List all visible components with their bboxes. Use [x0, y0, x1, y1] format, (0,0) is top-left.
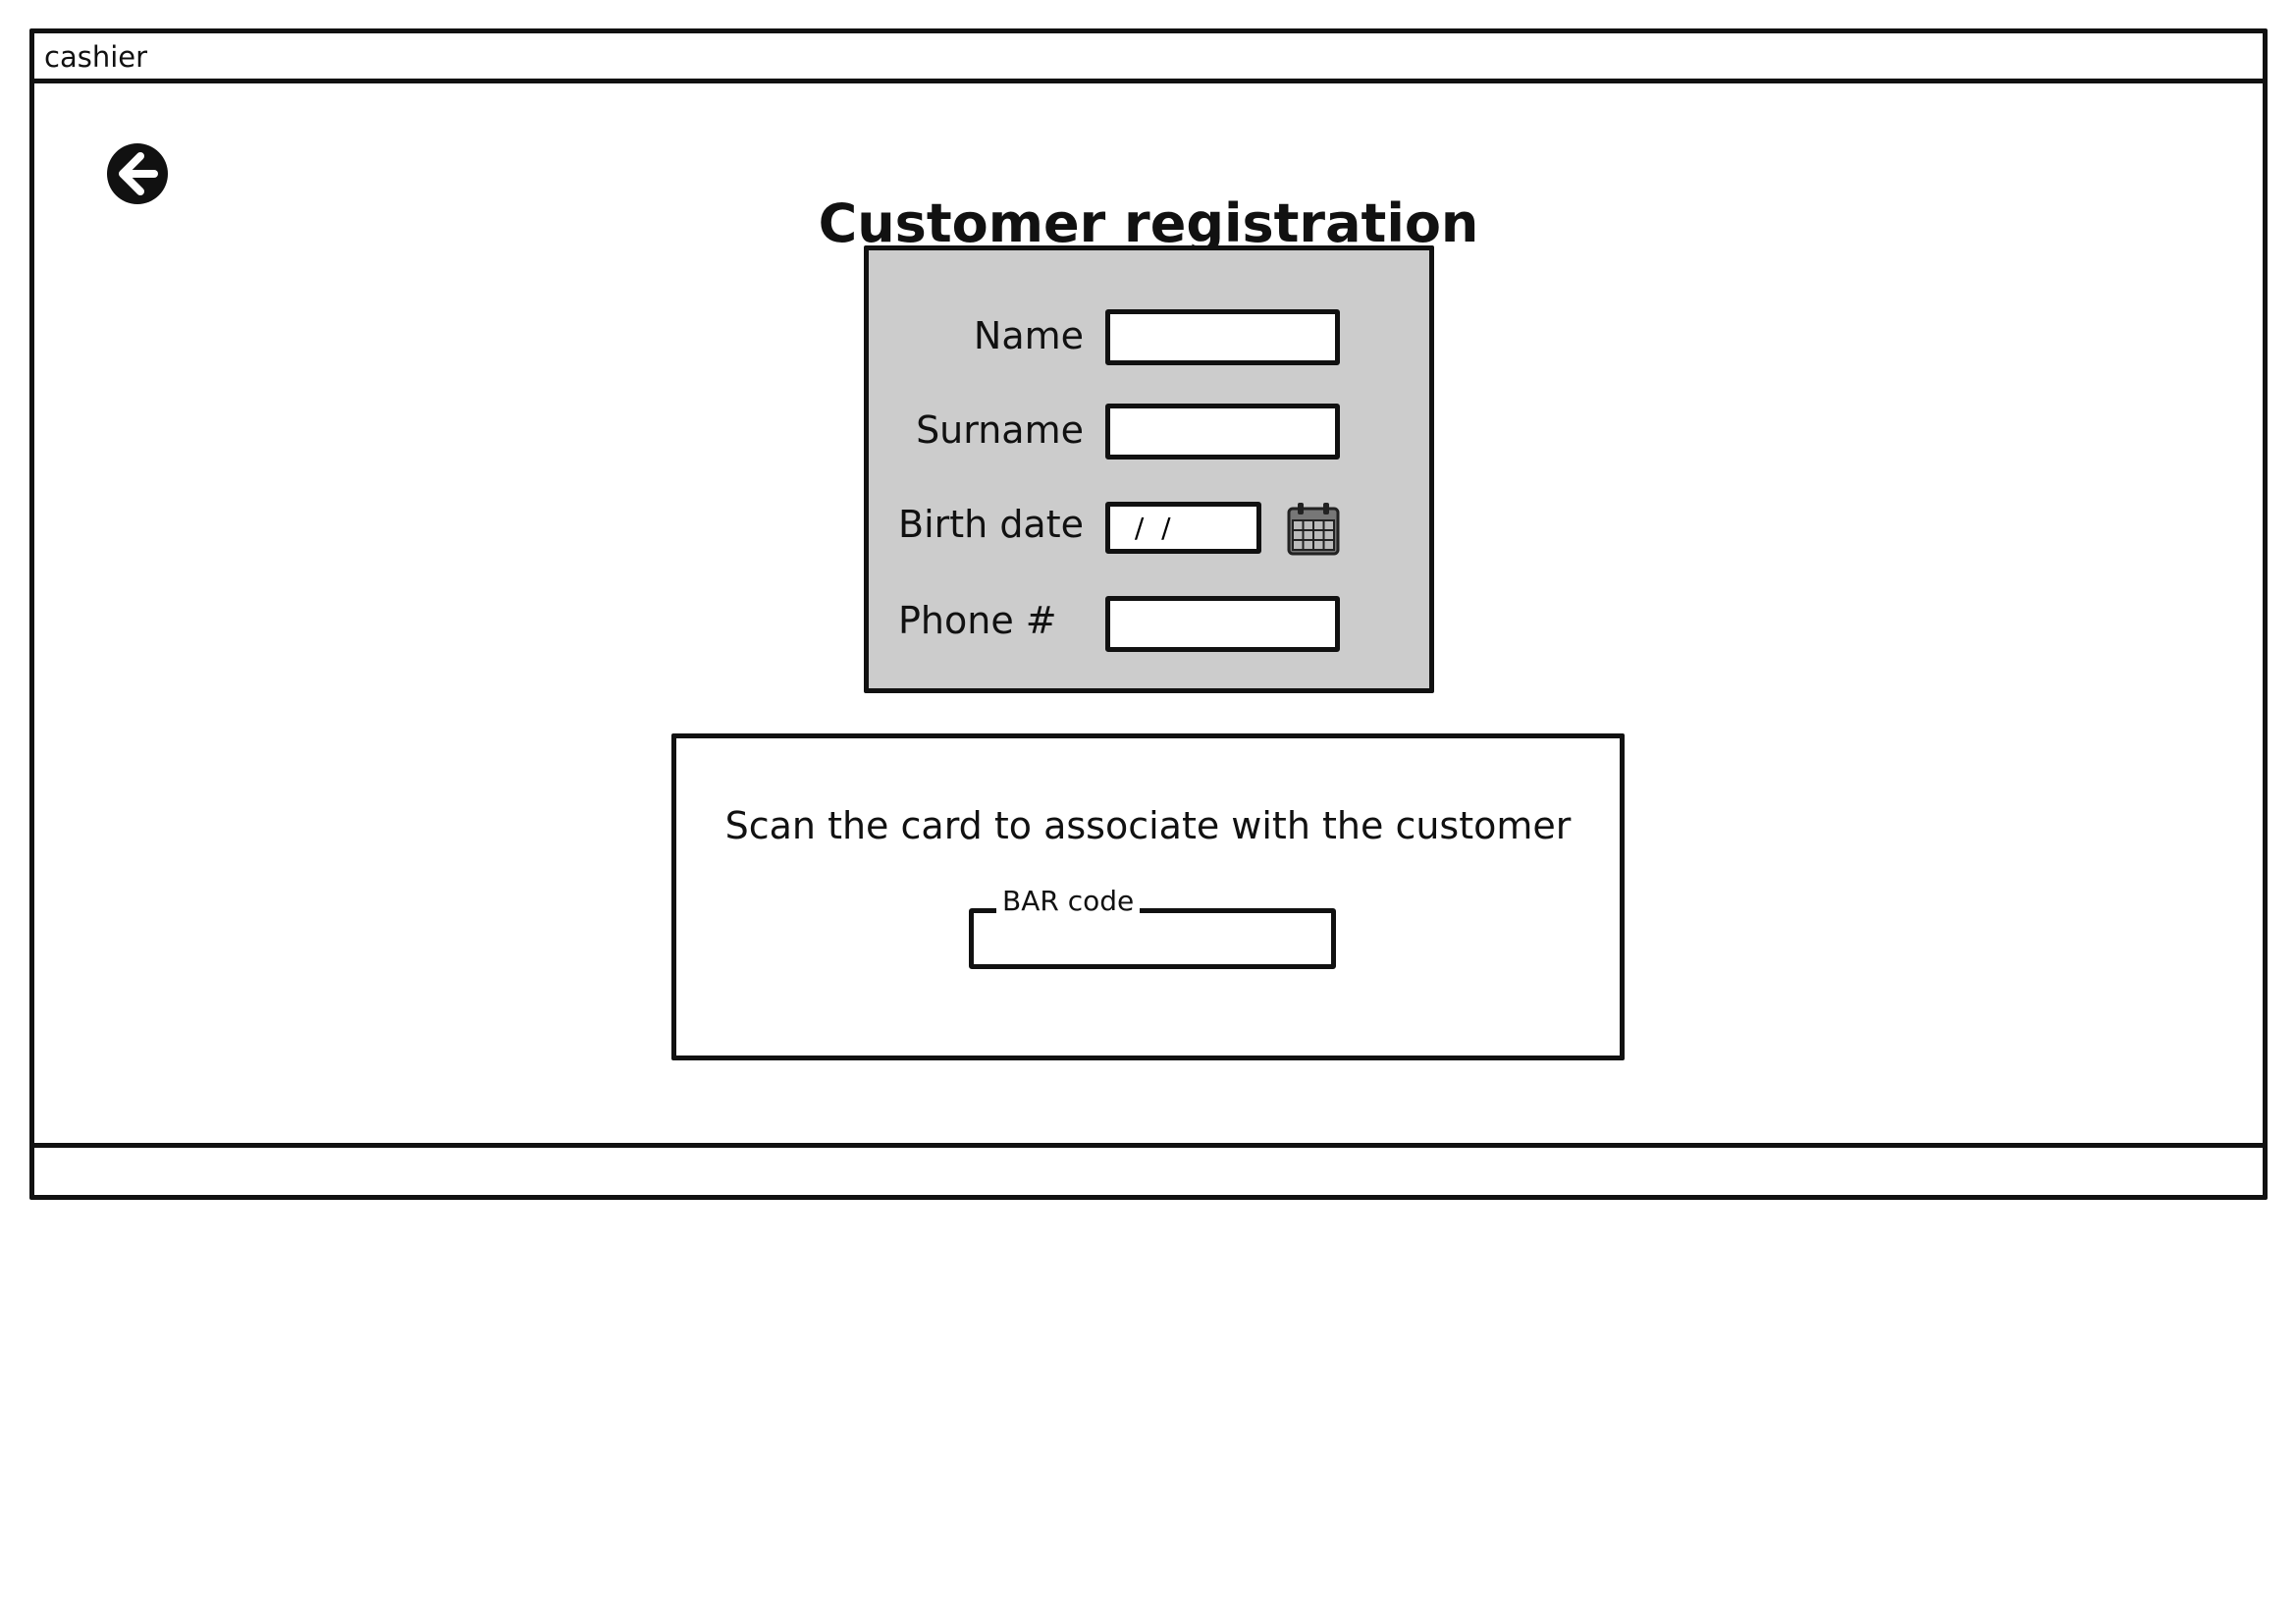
scan-card-panel: Scan the card to associate with the cust… — [671, 733, 1625, 1060]
barcode-input[interactable] — [974, 913, 1331, 964]
arrow-left-circle-icon — [105, 141, 170, 206]
phone-input[interactable] — [1105, 596, 1340, 652]
barcode-field: BAR code — [969, 884, 1336, 969]
barcode-label: BAR code — [996, 884, 1141, 919]
surname-input[interactable] — [1105, 404, 1340, 460]
birth-date-input[interactable] — [1105, 502, 1261, 554]
calendar-icon[interactable] — [1287, 501, 1340, 556]
birth-date-label: Birth date — [898, 503, 1084, 546]
scan-instruction: Scan the card to associate with the cust… — [724, 804, 1572, 847]
customer-form-panel: Name Surname Birth date Phone # — [864, 245, 1434, 693]
back-button[interactable] — [105, 141, 170, 206]
name-input[interactable] — [1105, 309, 1340, 365]
window-titlebar: cashier — [34, 33, 2263, 83]
surname-label: Surname — [916, 408, 1084, 452]
window-title: cashier — [44, 40, 148, 74]
phone-label: Phone # — [898, 599, 1057, 642]
window-statusbar — [34, 1143, 2263, 1195]
name-label: Name — [973, 314, 1084, 357]
